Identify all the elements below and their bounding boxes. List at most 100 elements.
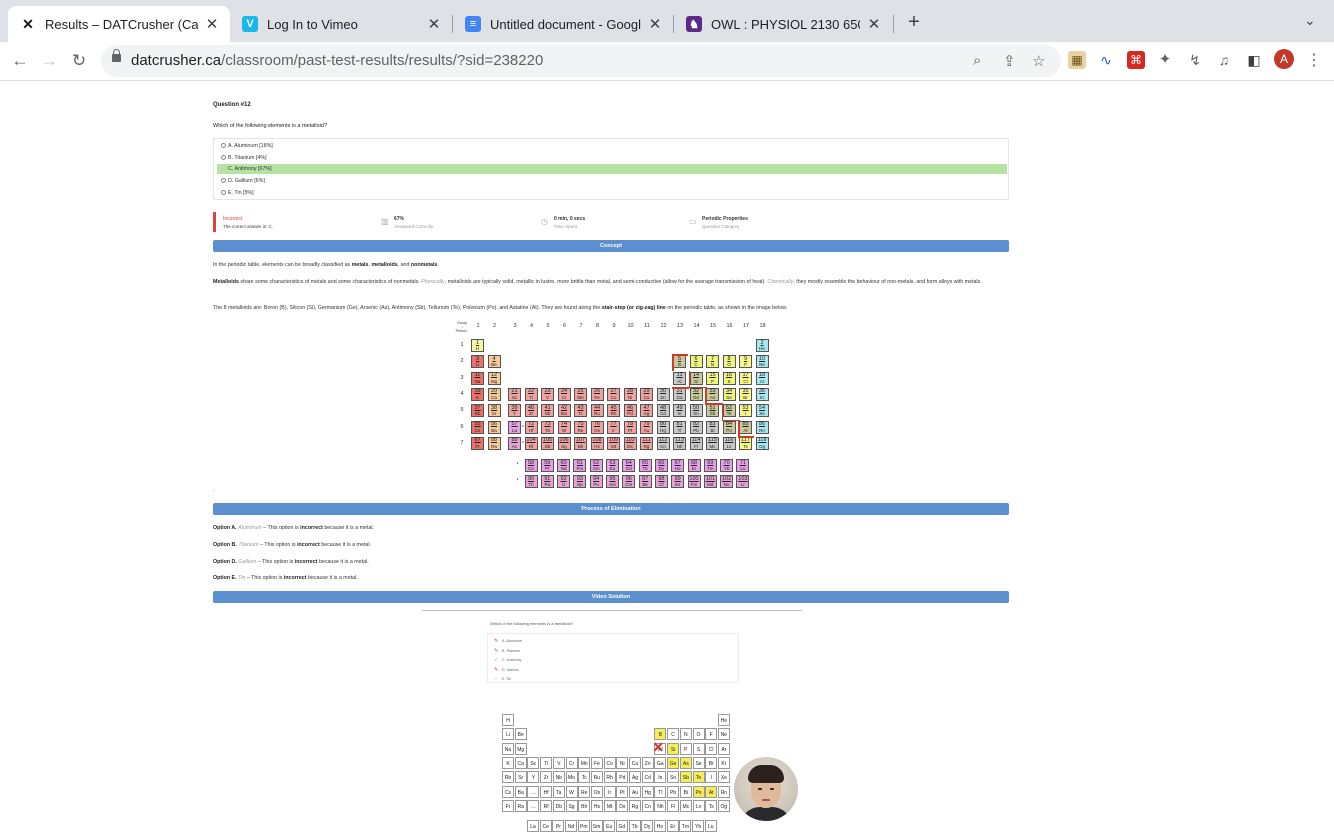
element-br: 35 Br: [739, 387, 752, 401]
video-element-sm: Sm: [590, 820, 603, 833]
stair-step-line: [688, 386, 706, 389]
video-element-pm: Pm: [577, 820, 590, 833]
close-icon[interactable]: ✕: [866, 15, 882, 33]
radio-icon[interactable]: [221, 143, 226, 148]
video-element-w: W: [565, 785, 578, 798]
video-element-sg: Sg: [565, 799, 578, 812]
video-element-ds: Ds: [616, 799, 629, 812]
stair-step-line: [672, 354, 674, 372]
extensions-puzzle-icon[interactable]: ✦: [1156, 51, 1174, 69]
video-element-se: Se: [692, 756, 705, 769]
element-la: 57 La: [508, 420, 521, 434]
video-element-cd: Cd: [641, 771, 654, 784]
option-a[interactable]: A. Aluminum [18%]: [217, 141, 1007, 151]
element-sr: 38 Sr: [487, 404, 501, 418]
tab-title: OWL : PHYSIOL 2130 650 SU2: [711, 16, 860, 32]
stair-step-line: [721, 403, 723, 421]
extension-calculator-icon[interactable]: ▦: [1068, 51, 1086, 69]
tab-owl[interactable]: ♞ OWL : PHYSIOL 2130 650 SU2 ✕: [674, 6, 892, 42]
video-element-os: Os: [590, 785, 603, 798]
element-rf: 104 Rf: [524, 436, 538, 450]
asterisk-marker: *: [516, 478, 519, 485]
bookmark-star-icon[interactable]: ☆: [1032, 52, 1045, 70]
owl-icon: ♞: [686, 16, 702, 32]
radio-icon[interactable]: [221, 189, 226, 195]
element-ca: 20 Ca: [487, 387, 501, 401]
element-db: 105 Db: [541, 436, 554, 450]
video-element-ce: Ce: [539, 820, 552, 833]
video-element-rb: Rb: [502, 771, 514, 784]
video-question-text: Which of the following elements is a met…: [490, 621, 573, 626]
concept-heading: Concept: [213, 240, 1009, 252]
video-element-rf: Rf: [540, 799, 553, 812]
video-element-hg: Hg: [641, 785, 654, 798]
forward-button[interactable]: →: [38, 50, 60, 72]
video-element-i: I: [705, 771, 718, 784]
media-control-icon[interactable]: ♫: [1215, 51, 1233, 69]
element-au: 79 Au: [640, 420, 653, 434]
video-option: ✎ B. Titanium: [494, 647, 520, 654]
folder-icon: ▭: [689, 217, 697, 226]
element-as: 33 As: [706, 387, 719, 401]
element-lv: 116 Lv: [722, 436, 736, 450]
video-element-bi: Bi: [679, 785, 692, 798]
close-icon[interactable]: ✕: [647, 15, 663, 33]
video-element-pd: Pd: [616, 771, 629, 784]
video-element-ba: Ba: [514, 785, 527, 798]
group-number: 6: [562, 323, 567, 329]
option-e[interactable]: E. Tin [5%]: [217, 188, 1007, 198]
radio-icon[interactable]: [221, 178, 226, 183]
tab-google-docs[interactable]: ≡ Untitled document - Google Do ✕: [453, 6, 673, 42]
extension-wave-icon[interactable]: ∿: [1097, 51, 1115, 69]
video-element-…: …: [527, 799, 540, 812]
tab-datcrusher[interactable]: ✕ Results – DATCrusher (Canadia ✕: [8, 6, 230, 42]
zoom-icon[interactable]: ⌕: [973, 52, 981, 69]
group-number: 2: [492, 323, 497, 329]
video-element-rn: Rn: [717, 785, 730, 798]
tab-search-chevron-icon[interactable]: ⌄: [1304, 12, 1316, 29]
address-bar[interactable]: datcrusher.ca/classroom/past-test-result…: [101, 45, 1061, 77]
tab-vimeo[interactable]: V Log In to Vimeo ✕: [230, 6, 452, 42]
video-element-zr: Zr: [540, 771, 553, 784]
video-element-tl: Tl: [654, 785, 667, 798]
element-rn: 86 Rn: [755, 420, 769, 434]
element-ag: 47 Ag: [640, 404, 653, 418]
option-d[interactable]: D. Gallium [6%]: [217, 176, 1007, 186]
element-f: 9F: [739, 355, 752, 369]
video-element-v: V: [552, 756, 565, 769]
radio-icon[interactable]: [221, 154, 226, 160]
close-icon[interactable]: ✕: [426, 15, 442, 33]
url-text[interactable]: datcrusher.ca/classroom/past-test-result…: [131, 52, 543, 69]
element-kr: 36 Kr: [755, 387, 769, 401]
video-element-tm: Tm: [679, 820, 692, 833]
video-element-n: N: [679, 728, 692, 741]
tab-strip: ✕ Results – DATCrusher (Canadia ✕ V Log …: [0, 0, 1334, 42]
element-sb: 51 Sb: [706, 404, 719, 418]
element-cn: 112 Cn: [656, 436, 670, 450]
result-stats: Incorrect The correct answer is: C. ▥ 67…: [213, 212, 1009, 232]
element-ba: 56 Ba: [487, 420, 501, 434]
video-element-mo: Mo: [565, 771, 578, 784]
reload-button[interactable]: ↻: [68, 50, 90, 72]
side-panel-icon[interactable]: ◧: [1245, 51, 1263, 69]
option-b[interactable]: B. Titanium [4%]: [217, 153, 1007, 163]
new-tab-button[interactable]: +: [903, 12, 925, 34]
close-icon[interactable]: ✕: [204, 15, 220, 33]
element-cd: 48 Cd: [656, 404, 670, 418]
video-element-fr: Fr: [502, 799, 514, 812]
concept-paragraph-3: The 8 metalloids are: Boron (B), Silicon…: [213, 305, 788, 311]
extension-bolt-icon[interactable]: ↯: [1186, 51, 1204, 69]
video-element-au: Au: [629, 785, 641, 798]
video-element-cs: Cs: [502, 785, 514, 798]
back-button[interactable]: ←: [9, 50, 31, 72]
element-yb: 70 Yb: [720, 459, 734, 473]
browser-menu-icon[interactable]: ⋮: [1306, 50, 1322, 70]
profile-avatar[interactable]: A: [1274, 49, 1294, 69]
asterisk-marker: *: [522, 440, 524, 447]
element-al: 13 Al: [673, 371, 686, 385]
share-icon[interactable]: ⇪: [1003, 52, 1016, 70]
element-sn: 50 Sn: [689, 404, 703, 418]
extension-pdf-icon[interactable]: ⌘: [1127, 51, 1145, 69]
lock-icon[interactable]: [112, 49, 121, 62]
option-c-correct[interactable]: C. Antimony [67%]: [217, 164, 1007, 174]
